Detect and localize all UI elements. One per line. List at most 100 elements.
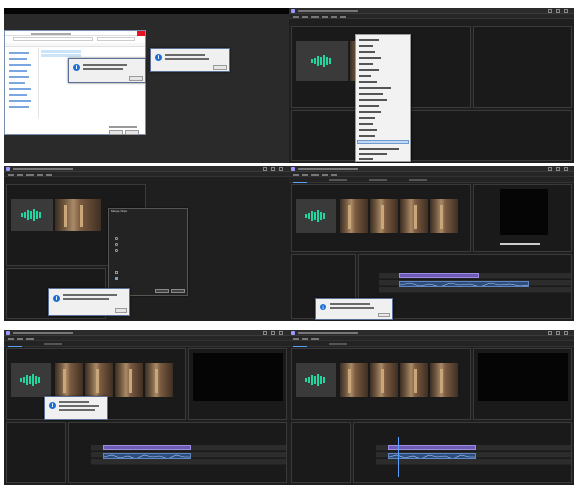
ok-button[interactable] [129, 76, 143, 81]
menu-item[interactable] [359, 129, 377, 131]
menu-item[interactable] [302, 16, 308, 18]
merged-audio-clip[interactable] [399, 281, 529, 287]
nav-item[interactable] [9, 64, 31, 66]
radio-option[interactable] [115, 243, 118, 246]
maximize-icon[interactable] [271, 331, 275, 335]
video-clip-thumbnail[interactable] [55, 199, 101, 231]
project-panel [291, 422, 351, 483]
playback-controls[interactable] [500, 243, 540, 245]
explorer-address-bar[interactable] [13, 37, 93, 41]
nav-item[interactable] [9, 94, 27, 96]
video-clip-thumbnail[interactable] [340, 363, 368, 397]
radio-option[interactable] [115, 249, 118, 252]
merged-video-clip[interactable] [103, 445, 191, 450]
menu-item[interactable] [359, 148, 399, 150]
menu-item[interactable] [359, 99, 387, 101]
merged-video-clip[interactable] [388, 445, 476, 450]
menu-item[interactable] [293, 16, 299, 18]
nav-item[interactable] [9, 106, 29, 108]
video-clip-thumbnail[interactable] [400, 363, 428, 397]
maximize-icon[interactable] [556, 167, 560, 171]
nav-item[interactable] [9, 52, 29, 54]
menu-item[interactable] [359, 135, 375, 137]
menu-item[interactable] [322, 16, 328, 18]
menu-item[interactable] [359, 105, 379, 107]
file-row[interactable] [41, 50, 81, 53]
maximize-icon[interactable] [271, 167, 275, 171]
minimize-icon[interactable] [263, 331, 267, 335]
radio-option[interactable] [115, 237, 118, 240]
open-button[interactable] [109, 130, 123, 135]
menu-item[interactable] [359, 81, 377, 83]
cancel-button[interactable] [171, 289, 185, 293]
video-clip-thumbnail[interactable] [85, 363, 113, 397]
video-clip-thumbnail[interactable] [55, 363, 83, 397]
menu-item[interactable] [359, 39, 379, 41]
nav-item[interactable] [9, 88, 31, 90]
menu-item[interactable] [359, 117, 375, 119]
video-clip-thumbnail[interactable] [115, 363, 143, 397]
menu-item[interactable] [359, 51, 375, 53]
menu-item[interactable] [340, 16, 346, 18]
checkbox-option[interactable] [115, 271, 118, 274]
video-clip-thumbnail[interactable] [400, 199, 428, 233]
merged-audio-clip[interactable] [388, 453, 476, 459]
merge-clips-menu-item[interactable] [357, 140, 409, 144]
merged-video-clip[interactable] [399, 273, 479, 278]
checkbox-option[interactable] [115, 277, 118, 280]
nav-item[interactable] [9, 70, 27, 72]
audio-clip-thumbnail[interactable] [296, 199, 336, 233]
premiere-logo [291, 9, 295, 13]
merged-clip-thumbnail[interactable] [430, 199, 458, 233]
menu-item[interactable] [359, 57, 381, 59]
nav-item[interactable] [9, 100, 31, 102]
file-row[interactable] [41, 54, 81, 57]
window-title [13, 332, 73, 334]
merged-clip-thumbnail[interactable] [430, 363, 458, 397]
minimize-icon[interactable] [548, 9, 552, 13]
nav-item[interactable] [9, 76, 29, 78]
menu-item[interactable] [359, 63, 373, 65]
explorer-close-button[interactable] [137, 31, 145, 36]
menu-item[interactable] [359, 93, 383, 95]
maximize-icon[interactable] [556, 9, 560, 13]
menu-item[interactable] [359, 123, 373, 125]
close-icon[interactable] [279, 167, 283, 171]
menu-item[interactable] [359, 153, 387, 155]
video-clip-thumbnail[interactable] [370, 363, 398, 397]
video-clip-thumbnail[interactable] [340, 199, 368, 233]
ok-button[interactable] [155, 289, 169, 293]
playhead[interactable] [398, 437, 399, 477]
minimize-icon[interactable] [548, 167, 552, 171]
maximize-icon[interactable] [556, 331, 560, 335]
minimize-icon[interactable] [263, 167, 267, 171]
menu-item[interactable] [359, 45, 373, 47]
minimize-icon[interactable] [548, 331, 552, 335]
merged-clip-thumbnail[interactable] [145, 363, 173, 397]
audio-clip-thumbnail[interactable] [296, 41, 348, 81]
close-icon[interactable] [279, 331, 283, 335]
audio-clip-thumbnail[interactable] [11, 199, 53, 231]
menu-item[interactable] [359, 75, 371, 77]
menu-item[interactable] [359, 111, 381, 113]
menu-item[interactable] [311, 16, 319, 18]
ok-button[interactable] [378, 313, 390, 317]
cancel-button[interactable] [125, 130, 139, 135]
close-icon[interactable] [564, 331, 568, 335]
video-clip-thumbnail[interactable] [370, 199, 398, 233]
merged-audio-clip[interactable] [103, 453, 191, 459]
ok-button[interactable] [213, 65, 227, 70]
menu-item[interactable] [359, 87, 391, 89]
menu-item[interactable] [359, 158, 373, 160]
file-type-filter[interactable] [109, 126, 137, 128]
close-icon[interactable] [564, 9, 568, 13]
menu-item[interactable] [359, 69, 379, 71]
audio-clip-thumbnail[interactable] [11, 363, 51, 397]
menu-item[interactable] [331, 16, 337, 18]
nav-item[interactable] [9, 82, 25, 84]
close-icon[interactable] [564, 167, 568, 171]
explorer-search-box[interactable] [97, 37, 135, 41]
nav-item[interactable] [9, 58, 27, 60]
ok-button[interactable] [115, 308, 127, 313]
audio-clip-thumbnail[interactable] [296, 363, 336, 397]
